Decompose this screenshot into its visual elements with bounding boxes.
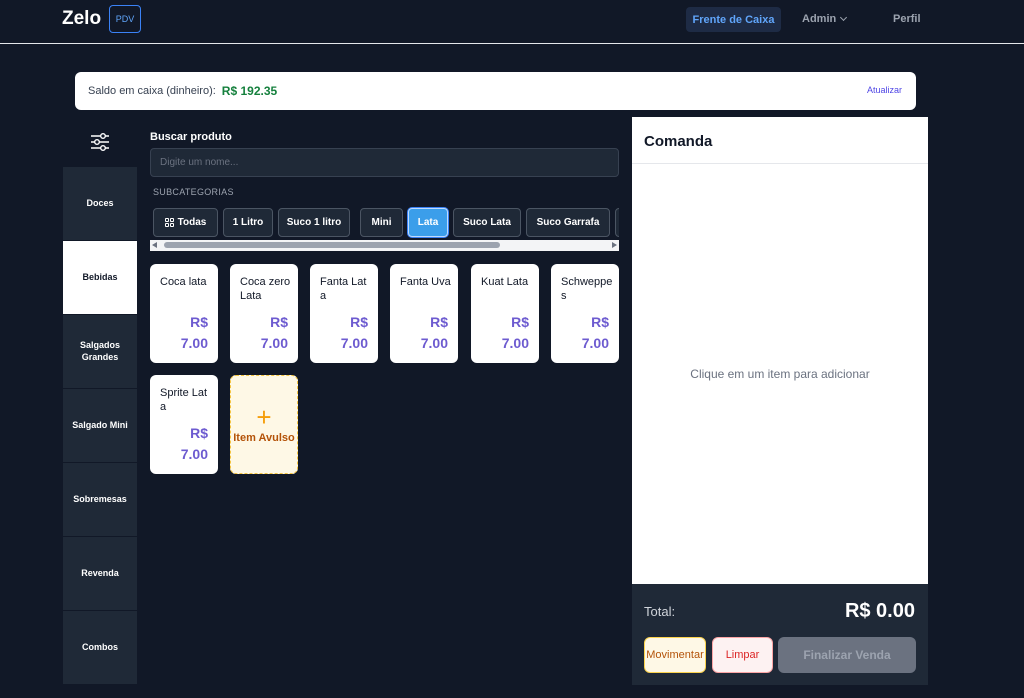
product-card[interactable]: Kuat Lata R$ 7.00	[471, 264, 539, 363]
refresh-link[interactable]: Atualizar	[867, 85, 902, 95]
product-card[interactable]: Fanta Lata R$ 7.00	[310, 264, 378, 363]
product-card[interactable]: Fanta Uva R$ 7.00	[390, 264, 458, 363]
nav-perfil[interactable]: Perfil	[893, 13, 921, 25]
scroll-thumb[interactable]	[164, 242, 500, 248]
sliders-icon	[91, 133, 109, 151]
chip-label: Todas	[177, 217, 207, 228]
chip-suco-1-litro[interactable]: Suco 1 litro	[278, 208, 350, 237]
scroll-left-icon[interactable]	[152, 242, 157, 248]
cash-balance-label: Saldo em caixa (dinheiro):	[88, 85, 216, 97]
category-combos[interactable]: Combos	[63, 611, 137, 685]
order-panel: Comanda Clique em um item para adicionar	[632, 117, 928, 584]
nav-admin-dropdown[interactable]: Admin	[802, 13, 848, 25]
category-salgado-mini[interactable]: Salgado Mini	[63, 389, 137, 463]
product-price: R$ 7.00	[260, 314, 288, 351]
movimentar-button[interactable]: Movimentar	[644, 637, 706, 673]
category-doces[interactable]: Doces	[63, 167, 137, 241]
product-price: R$ 7.00	[180, 425, 208, 462]
order-footer: Total: R$ 0.00 Movimentar Limpar Finaliz…	[632, 584, 928, 685]
cash-balance-value: R$ 192.35	[221, 84, 278, 98]
product-price: R$ 7.00	[340, 314, 368, 351]
cash-balance-bar: Saldo em caixa (dinheiro): R$ 192.35 Atu…	[75, 72, 916, 110]
total-label: Total:	[644, 604, 676, 619]
product-name: Kuat Lata	[481, 276, 529, 288]
chip-mini[interactable]: Mini	[360, 208, 403, 237]
product-price: R$ 7.00	[581, 314, 609, 351]
product-name: Coca zero Lata	[240, 276, 291, 303]
order-empty-message: Clique em um item para adicionar	[690, 367, 870, 381]
order-title: Comanda	[644, 133, 713, 150]
product-name: Fanta Lata	[320, 276, 367, 303]
chip-lata[interactable]: Lata	[408, 208, 448, 237]
filter-button[interactable]	[63, 117, 137, 167]
grid-icon	[164, 218, 174, 227]
clear-button[interactable]: Limpar	[712, 637, 773, 673]
product-name: Sprite Lata	[160, 387, 208, 414]
category-salgados-grandes[interactable]: Salgados Grandes	[63, 315, 137, 389]
product-card[interactable]: Coca zero Lata R$ 7.00	[230, 264, 298, 363]
nav-frente-de-caixa[interactable]: Frente de Caixa	[686, 7, 781, 32]
search-label: Buscar produto	[150, 131, 232, 143]
divider	[632, 163, 928, 164]
subcategory-scrollbar[interactable]	[150, 240, 619, 251]
add-custom-item-button[interactable]: + Item Avulso	[230, 375, 298, 474]
top-nav: Zelo PDV Frente de Caixa Admin Perfil	[0, 0, 1024, 44]
subcategories-label: SUBCATEGORIAS	[153, 187, 234, 197]
total-value: R$ 0.00	[844, 600, 915, 622]
product-card[interactable]: Sprite Lata R$ 7.00	[150, 375, 218, 474]
category-sobremesas[interactable]: Sobremesas	[63, 463, 137, 537]
category-revenda[interactable]: Revenda	[63, 537, 137, 611]
chip-todas[interactable]: Todas	[153, 208, 218, 237]
product-card[interactable]: Schweppes R$ 7.00	[551, 264, 619, 363]
scroll-right-icon[interactable]	[612, 242, 617, 248]
product-price: R$ 7.00	[501, 314, 529, 351]
product-name: Coca lata	[160, 276, 207, 288]
custom-item-label: Item Avulso	[233, 431, 295, 444]
category-sidebar: Doces Bebidas Salgados Grandes Salgado M…	[63, 117, 137, 685]
chip-overflow[interactable]	[615, 208, 619, 237]
chip-1-litro[interactable]: 1 Litro	[223, 208, 273, 237]
product-name: Fanta Uva	[400, 276, 451, 288]
product-price: R$ 7.00	[420, 314, 448, 351]
product-card[interactable]: Coca lata R$ 7.00	[150, 264, 218, 363]
chip-suco-lata[interactable]: Suco Lata	[453, 208, 521, 237]
brand-logo[interactable]: Zelo	[62, 8, 101, 30]
pdv-badge: PDV	[109, 5, 141, 33]
finalize-sale-button[interactable]: Finalizar Venda	[778, 637, 916, 673]
product-name: Schweppes	[561, 276, 613, 303]
chevron-down-icon	[840, 13, 848, 22]
search-input[interactable]	[150, 148, 619, 177]
category-bebidas[interactable]: Bebidas	[63, 241, 137, 315]
product-price: R$ 7.00	[180, 314, 208, 351]
subcategory-chips: Todas 1 Litro Suco 1 litro Mini Lata Suc…	[150, 207, 619, 238]
plus-icon: +	[256, 401, 272, 432]
nav-admin-label: Admin	[802, 13, 837, 25]
chip-suco-garrafa[interactable]: Suco Garrafa	[526, 208, 610, 237]
